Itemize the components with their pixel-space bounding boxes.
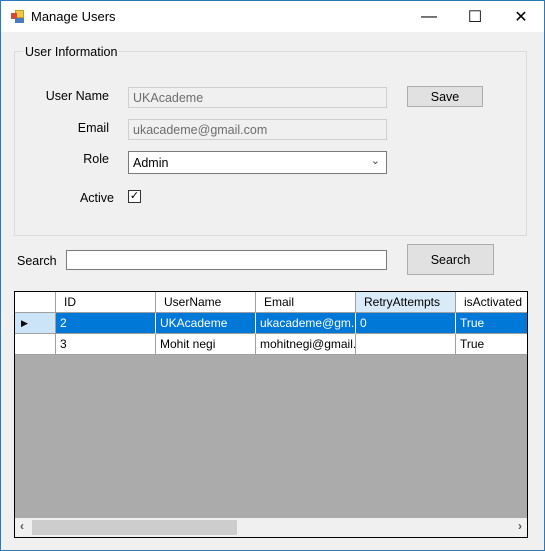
row-header-corner — [15, 292, 56, 313]
column-header-isactivated[interactable]: isActivated — [456, 292, 527, 313]
search-input[interactable] — [66, 250, 387, 270]
cell-username[interactable]: UKAcademe — [156, 313, 256, 334]
user-information-group — [14, 51, 527, 236]
column-header-username[interactable]: UserName — [156, 292, 256, 313]
checkmark-icon: ✓ — [129, 190, 140, 202]
chevron-down-icon: ⌄ — [370, 155, 380, 167]
cell-username[interactable]: Mohit negi — [156, 334, 256, 355]
cell-email[interactable]: mohitnegi@gmail.... — [256, 334, 356, 355]
cell-isactivated[interactable]: True — [456, 313, 527, 334]
active-checkbox[interactable]: ✓ — [128, 190, 141, 203]
column-header-id[interactable]: ID — [56, 292, 156, 313]
table-row[interactable]: 3 Mohit negi mohitnegi@gmail.... True — [15, 334, 527, 355]
table-row[interactable]: ▶ 2 UKAcademe ukacademe@gm... 0 True — [15, 313, 527, 334]
column-header-retryattempts[interactable]: RetryAttempts — [356, 292, 456, 313]
role-selected-value: Admin — [133, 156, 169, 170]
manage-users-window: Manage Users — ☐ ✕ User Information User… — [0, 0, 545, 551]
save-button[interactable]: Save — [407, 86, 483, 107]
username-label: User Name — [45, 89, 109, 103]
app-icon — [11, 10, 25, 23]
title-bar[interactable]: Manage Users — ☐ ✕ — [1, 1, 544, 32]
maximize-button[interactable]: ☐ — [452, 1, 498, 32]
active-label: Active — [79, 191, 114, 205]
cell-email[interactable]: ukacademe@gm... — [256, 313, 356, 334]
role-dropdown[interactable]: Admin ⌄ — [128, 151, 387, 174]
grid-header-row: ID UserName Email RetryAttempts isActiva… — [15, 292, 527, 313]
role-label: Role — [83, 152, 109, 166]
cell-isactivated[interactable]: True — [456, 334, 527, 355]
minimize-button[interactable]: — — [406, 1, 452, 32]
current-row-indicator-icon: ▶ — [15, 313, 56, 334]
email-label: Email — [77, 121, 109, 135]
cell-id[interactable]: 3 — [56, 334, 156, 355]
search-button[interactable]: Search — [407, 244, 494, 275]
group-title: User Information — [23, 45, 120, 59]
username-field[interactable]: UKAcademe — [128, 87, 387, 108]
cell-id[interactable]: 2 — [56, 313, 156, 334]
column-header-email[interactable]: Email — [256, 292, 356, 313]
cell-retryattempts[interactable]: 0 — [356, 313, 456, 334]
window-title: Manage Users — [31, 9, 116, 24]
search-label: Search — [17, 254, 57, 268]
scroll-left-icon[interactable]: ‹ — [20, 519, 24, 533]
row-header[interactable] — [15, 334, 56, 355]
scroll-right-icon[interactable]: › — [518, 519, 522, 533]
close-button[interactable]: ✕ — [498, 1, 544, 32]
users-data-grid[interactable]: ID UserName Email RetryAttempts isActiva… — [14, 291, 528, 538]
scrollbar-thumb[interactable] — [32, 520, 237, 535]
cell-retryattempts[interactable] — [356, 334, 456, 355]
horizontal-scrollbar[interactable]: ‹ › — [15, 518, 527, 537]
email-field[interactable]: ukacademe@gmail.com — [128, 119, 387, 140]
